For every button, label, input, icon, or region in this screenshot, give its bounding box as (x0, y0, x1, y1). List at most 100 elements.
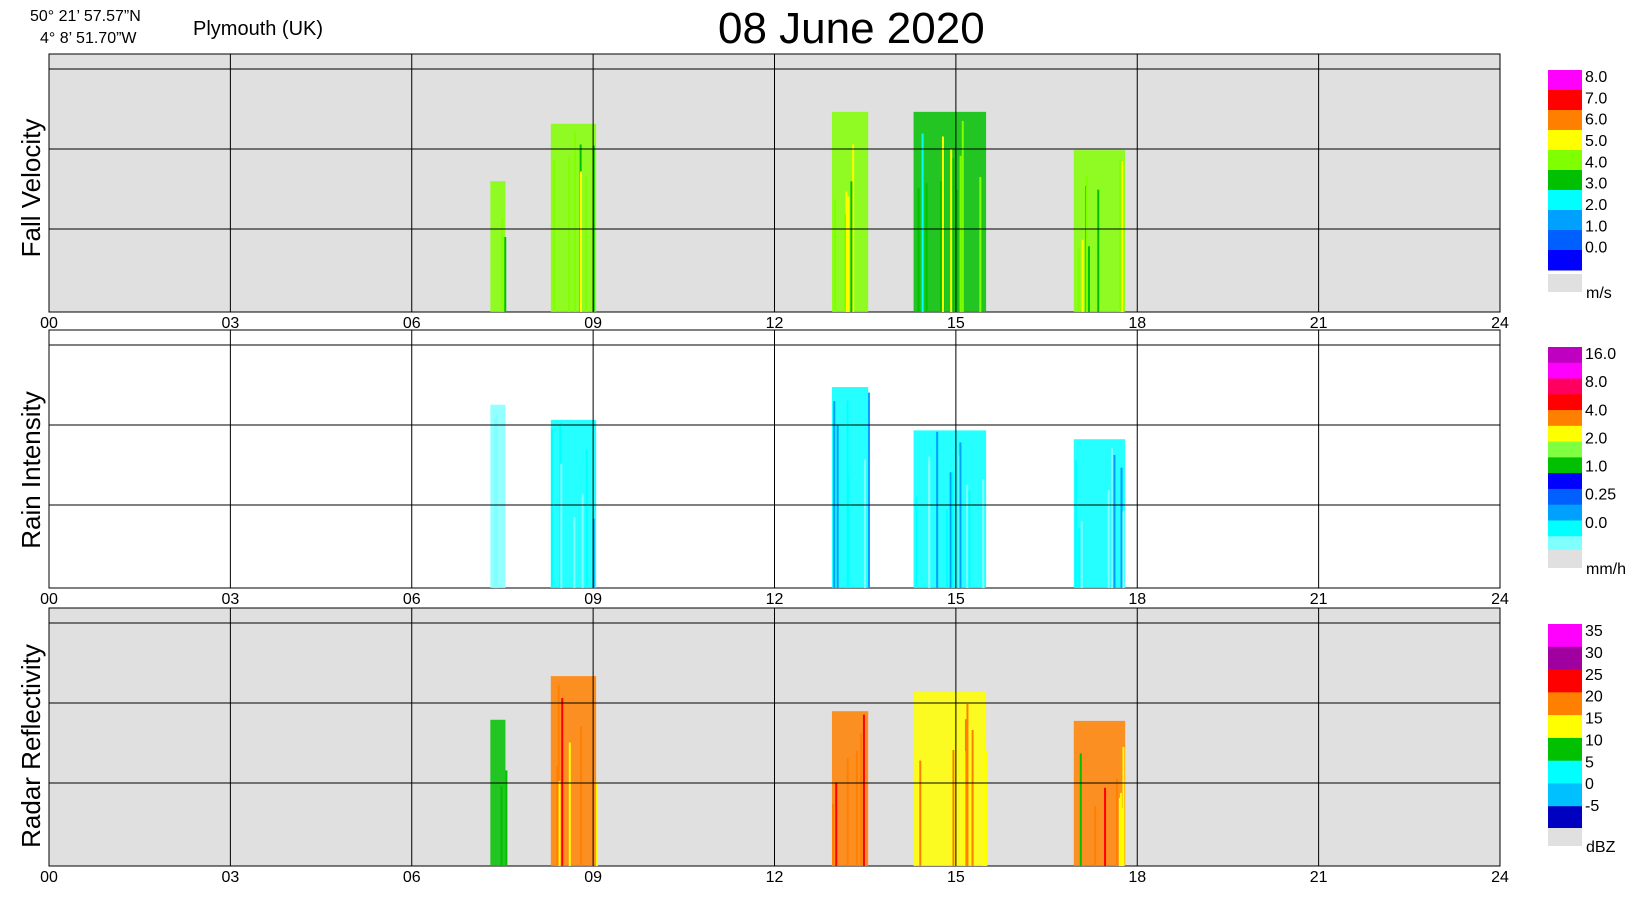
y-axis-label: Fall Velocity (16, 119, 46, 258)
data-streak (925, 183, 928, 312)
data-streak (500, 786, 503, 866)
chart-figure: 00 03 06 09 12 15 18 21 24 Fall Velocity 8.0 7.0 6.0… (16, 53, 1626, 886)
data-streak (979, 176, 982, 312)
colorbar-swatch (1548, 504, 1582, 521)
data-streak (505, 770, 508, 866)
data-streak (950, 149, 953, 312)
data-streak (1119, 792, 1122, 866)
data-streak (847, 196, 850, 312)
data-streak (928, 456, 931, 588)
colorbar-swatch (1548, 90, 1582, 111)
colorbar-label: 4.0 (1585, 402, 1607, 419)
x-tick-label: 06 (403, 315, 421, 332)
colorbar-label: 16.0 (1585, 346, 1616, 363)
x-tick-label: 06 (403, 591, 421, 608)
data-streak (959, 155, 962, 312)
data-streak (595, 781, 598, 866)
data-streak (860, 733, 863, 866)
data-streak (561, 698, 564, 866)
colorbar-swatch (1548, 646, 1582, 671)
colorbar-swatch (1548, 250, 1582, 271)
colorbar-swatch (1548, 425, 1582, 443)
data-streak (1116, 778, 1119, 866)
data-streak (834, 199, 837, 312)
x-tick-label: 15 (947, 315, 965, 332)
data-streak (949, 472, 952, 588)
no-data-swatch (1548, 550, 1582, 568)
colorbar-label: 5.0 (1585, 133, 1607, 150)
data-streak (843, 213, 846, 312)
data-streak (966, 484, 969, 588)
data-streak (574, 132, 577, 312)
data-streak (580, 726, 583, 866)
colorbar-swatch (1548, 347, 1582, 364)
data-streak (983, 694, 986, 866)
data-streak (985, 750, 988, 866)
x-tick-label: 00 (40, 869, 58, 886)
y-axis-label: Rain Intensity (16, 391, 46, 549)
data-streak (832, 803, 835, 866)
data-streak (936, 431, 939, 588)
data-streak (846, 400, 849, 588)
data-streak (956, 189, 959, 312)
x-tick-label: 24 (1491, 315, 1509, 332)
no-data-swatch (1548, 828, 1582, 846)
x-tick-label: 00 (40, 591, 58, 608)
x-tick-label: 24 (1491, 869, 1509, 886)
data-streak (862, 714, 865, 866)
data-column-4 (913, 111, 987, 312)
x-tick-label: 00 (40, 315, 58, 332)
data-streak (504, 236, 507, 312)
colorbar-swatch (1548, 457, 1582, 474)
colorbar-label: 10 (1585, 732, 1603, 749)
x-tick-label: 18 (1128, 315, 1146, 332)
colorbar-label: 8.0 (1585, 374, 1607, 391)
data-column-3 (831, 111, 869, 312)
data-streak (1080, 521, 1083, 588)
x-tick-label: 18 (1128, 591, 1146, 608)
data-streak (1122, 511, 1125, 588)
colorbar-swatch (1548, 378, 1582, 395)
data-streak (852, 144, 855, 312)
data-streak (493, 417, 496, 588)
x-tick-label: 21 (1310, 591, 1328, 608)
colorbar-label: 0.0 (1585, 515, 1607, 532)
x-tick-label: 03 (221, 591, 239, 608)
unit-label: m/s (1586, 285, 1612, 302)
colorbar-swatch (1548, 230, 1582, 251)
data-streak (982, 479, 985, 588)
data-streak (567, 156, 570, 312)
colorbar-label: 8.0 (1585, 69, 1607, 86)
colorbar-swatch (1548, 488, 1582, 506)
no-data-swatch (1548, 274, 1582, 292)
data-streak (1110, 448, 1113, 588)
colorbar-swatch (1548, 737, 1582, 762)
data-streak (1087, 246, 1090, 312)
data-streak (585, 175, 588, 312)
colorbar-swatch (1548, 410, 1582, 427)
y-axis-label: Radar Reflectivity (16, 644, 46, 848)
x-tick-label: 03 (221, 869, 239, 886)
data-streak (917, 188, 920, 312)
x-tick-label: 12 (766, 869, 784, 886)
colorbar-label: 35 (1585, 623, 1603, 640)
data-streak (556, 766, 559, 866)
colorbar-swatch (1548, 715, 1582, 739)
x-tick-label: 18 (1128, 869, 1146, 886)
colorbar-swatch (1548, 150, 1582, 171)
x-tick-label: 24 (1491, 591, 1509, 608)
data-streak (553, 159, 556, 312)
x-tick-label: 09 (584, 591, 602, 608)
data-streak (952, 750, 955, 866)
x-tick-label: 12 (766, 591, 784, 608)
colorbar-swatch (1548, 760, 1582, 784)
data-streak (971, 730, 974, 866)
data-streak (558, 781, 561, 866)
colorbar-label: 0.0 (1585, 240, 1607, 257)
data-streak (1094, 806, 1097, 866)
data-column-5 (1073, 150, 1126, 312)
colorbar-swatch (1548, 70, 1582, 91)
data-streak (1104, 787, 1107, 866)
colorbar-label: 4.0 (1585, 154, 1607, 171)
data-streak (579, 171, 582, 312)
